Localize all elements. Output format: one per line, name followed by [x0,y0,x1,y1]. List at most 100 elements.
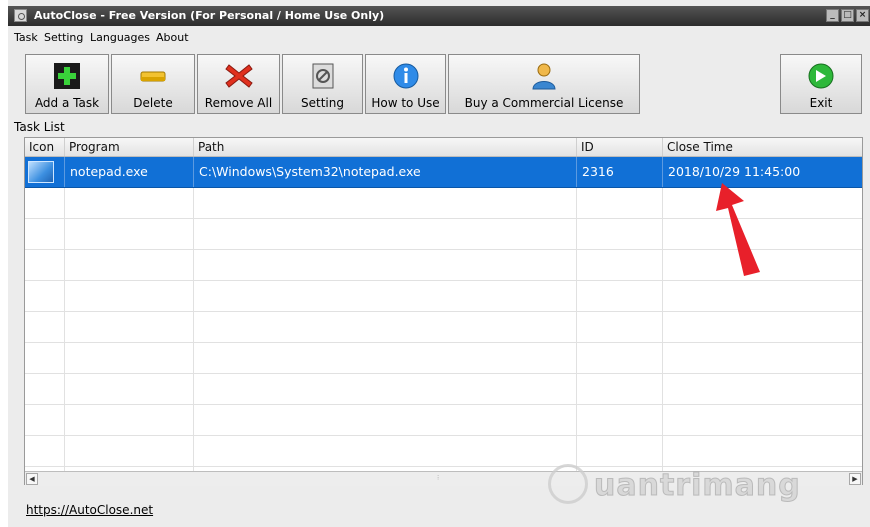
empty-cell [25,219,65,249]
column-header-program[interactable]: Program [65,138,194,156]
empty-cell [65,281,194,311]
minimize-button[interactable]: _ [826,9,839,22]
empty-cell [577,281,663,311]
website-link[interactable]: https://AutoClose.net [26,503,153,517]
menu-about[interactable]: About [156,31,189,44]
empty-cell [65,436,194,466]
table-row-empty [25,312,862,343]
menu-task[interactable]: Task [14,31,38,44]
empty-cell [663,312,862,342]
empty-cell [663,188,862,218]
empty-cell [65,312,194,342]
empty-cell [194,281,577,311]
empty-cell [65,188,194,218]
empty-cell [25,312,65,342]
maximize-button[interactable]: □ [841,9,854,22]
empty-cell [65,250,194,280]
row-id: 2316 [577,157,663,187]
empty-cell [65,374,194,404]
empty-cell [25,281,65,311]
setting-button[interactable]: Setting [282,54,363,114]
settings-icon [312,63,333,89]
column-header-icon[interactable]: Icon [25,138,65,156]
scroll-left-button[interactable]: ◀ [26,473,38,485]
empty-cell [194,219,577,249]
exit-button[interactable]: Exit [780,54,862,114]
table-row-empty [25,436,862,467]
column-header-id[interactable]: ID [577,138,663,156]
empty-cell [577,250,663,280]
empty-cell [25,250,65,280]
remove-all-button[interactable]: Remove All [197,54,280,114]
horizontal-scrollbar[interactable]: ◀ ⁝ ▶ [25,471,862,486]
notepad-icon [28,161,54,183]
empty-cell [663,343,862,373]
window-title: AutoClose - Free Version (For Personal /… [34,9,385,22]
empty-cell [194,312,577,342]
row-icon-cell [25,157,65,187]
table-row-empty [25,219,862,250]
delete-label: Delete [133,96,173,110]
setting-label: Setting [301,96,344,110]
empty-cell [194,343,577,373]
scroll-grip[interactable]: ⁝ [437,475,445,482]
task-list-label: Task List [14,120,65,134]
empty-cell [663,281,862,311]
buy-license-label: Buy a Commercial License [464,96,624,110]
table-header: Icon Program Path ID Close Time [25,138,862,157]
empty-cell [25,188,65,218]
exit-icon [808,63,834,89]
close-button[interactable]: × [856,9,869,22]
scroll-right-button[interactable]: ▶ [849,473,861,485]
empty-cell [65,343,194,373]
add-task-button[interactable]: Add a Task [25,54,109,114]
add-icon [54,63,80,89]
empty-cell [577,405,663,435]
delete-button[interactable]: Delete [111,54,195,114]
table-row-empty [25,281,862,312]
empty-cell [25,374,65,404]
app-icon [14,9,27,22]
table-row-empty [25,188,862,219]
empty-cell [577,219,663,249]
table-row-empty [25,374,862,405]
user-icon [532,63,556,90]
buy-license-button[interactable]: Buy a Commercial License [448,54,640,114]
red-x-icon [224,64,253,88]
empty-cell [663,405,862,435]
empty-cell [663,219,862,249]
empty-cell [25,405,65,435]
column-header-path[interactable]: Path [194,138,577,156]
empty-cell [577,374,663,404]
menu-languages[interactable]: Languages [90,31,150,44]
remove-all-label: Remove All [204,96,273,110]
table-row-empty [25,405,862,436]
empty-cell [577,188,663,218]
row-close-time: 2018/10/29 11:45:00 [668,164,801,179]
how-to-use-button[interactable]: How to Use [365,54,446,114]
empty-cell [194,405,577,435]
empty-cell [194,250,577,280]
eraser-icon [140,71,166,82]
empty-cell [663,436,862,466]
empty-cell [194,374,577,404]
table-row[interactable]: notepad.exe C:\Windows\System32\notepad.… [25,157,862,188]
empty-cell [577,312,663,342]
task-list-table[interactable]: Icon Program Path ID Close Time notepad.… [24,137,863,485]
exit-label: Exit [809,96,833,110]
empty-cell [663,374,862,404]
empty-cell [65,405,194,435]
empty-cell [577,343,663,373]
empty-cell [25,343,65,373]
how-to-use-label: How to Use [371,96,440,110]
table-row-empty [25,343,862,374]
empty-cell [194,436,577,466]
column-header-close-time[interactable]: Close Time [663,138,862,156]
row-program: notepad.exe [65,157,194,187]
empty-cell [65,219,194,249]
info-icon [393,63,418,89]
app-window: AutoClose - Free Version (For Personal /… [8,0,870,527]
menu-setting[interactable]: Setting [44,31,83,44]
row-path: C:\Windows\System32\notepad.exe [194,157,577,187]
title-bar[interactable]: AutoClose - Free Version (For Personal /… [8,6,870,26]
